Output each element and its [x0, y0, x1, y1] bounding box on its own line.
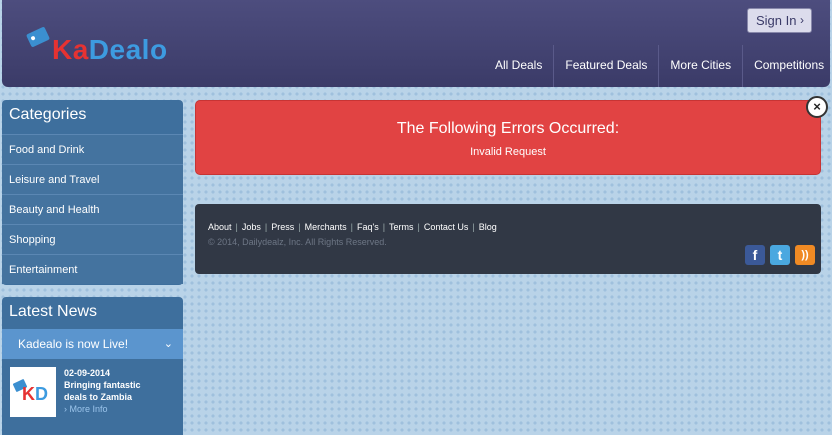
- rss-icon[interactable]: )): [795, 245, 815, 265]
- news-headline[interactable]: Kadealo is now Live! ⌄: [2, 329, 183, 359]
- nav-more-cities[interactable]: More Cities: [658, 45, 742, 87]
- more-info-link[interactable]: › More Info: [64, 403, 144, 415]
- footer-link-contact-us[interactable]: Contact Us: [424, 222, 469, 232]
- latest-news-panel: Latest News Kadealo is now Live! ⌄ KD 02…: [2, 297, 183, 435]
- latest-news-title: Latest News: [9, 303, 98, 320]
- twitter-icon[interactable]: t: [770, 245, 790, 265]
- footer-link-faqs[interactable]: Faq's: [357, 222, 379, 232]
- chevron-right-icon: ›: [800, 13, 804, 27]
- nav-featured-deals[interactable]: Featured Deals: [553, 45, 658, 87]
- error-title: The Following Errors Occurred:: [396, 120, 620, 137]
- site-footer: About | Jobs | Press | Merchants | Faq's | Te…: [195, 204, 821, 274]
- news-item: KD 02-09-2014 Bringing fantastic deals t…: [2, 359, 183, 425]
- footer-links: About | Jobs | Press | Merchants | Faq's | Te…: [208, 222, 497, 232]
- error-message: Invalid Request: [470, 146, 546, 158]
- categories-title: Categories: [9, 106, 87, 123]
- site-header: KaDealo Sign In › All Deals Featured Dea…: [2, 0, 830, 87]
- footer-link-blog[interactable]: Blog: [479, 222, 497, 232]
- price-tag-icon: [25, 26, 51, 48]
- main-nav: All Deals Featured Deals More Cities Com…: [484, 45, 832, 87]
- copyright-text: © 2014, Dailydealz, Inc. All Rights Rese…: [208, 237, 387, 247]
- chevron-down-icon: ⌄: [163, 338, 173, 350]
- social-links: f t )): [745, 245, 815, 265]
- category-shopping[interactable]: Shopping: [2, 224, 183, 254]
- nav-competitions[interactable]: Competitions: [742, 45, 832, 87]
- footer-link-press[interactable]: Press: [271, 222, 294, 232]
- close-icon[interactable]: ×: [806, 96, 828, 118]
- sign-in-button[interactable]: Sign In ›: [747, 8, 812, 33]
- footer-link-terms[interactable]: Terms: [389, 222, 414, 232]
- error-alert: The Following Errors Occurred: Invalid R…: [195, 100, 821, 175]
- footer-link-jobs[interactable]: Jobs: [242, 222, 261, 232]
- facebook-icon[interactable]: f: [745, 245, 765, 265]
- news-summary: Bringing fantastic deals to Zambia: [64, 380, 141, 402]
- nav-all-deals[interactable]: All Deals: [484, 45, 553, 87]
- category-entertainment[interactable]: Entertainment: [2, 254, 183, 284]
- footer-link-merchants[interactable]: Merchants: [305, 222, 347, 232]
- category-food-and-drink[interactable]: Food and Drink: [2, 134, 183, 164]
- categories-panel: Categories Food and Drink Leisure and Tr…: [2, 100, 183, 285]
- news-thumbnail[interactable]: KD: [10, 367, 56, 417]
- category-leisure-and-travel[interactable]: Leisure and Travel: [2, 164, 183, 194]
- news-date: 02-09-2014: [64, 368, 111, 378]
- footer-link-about[interactable]: About: [208, 222, 232, 232]
- category-beauty-and-health[interactable]: Beauty and Health: [2, 194, 183, 224]
